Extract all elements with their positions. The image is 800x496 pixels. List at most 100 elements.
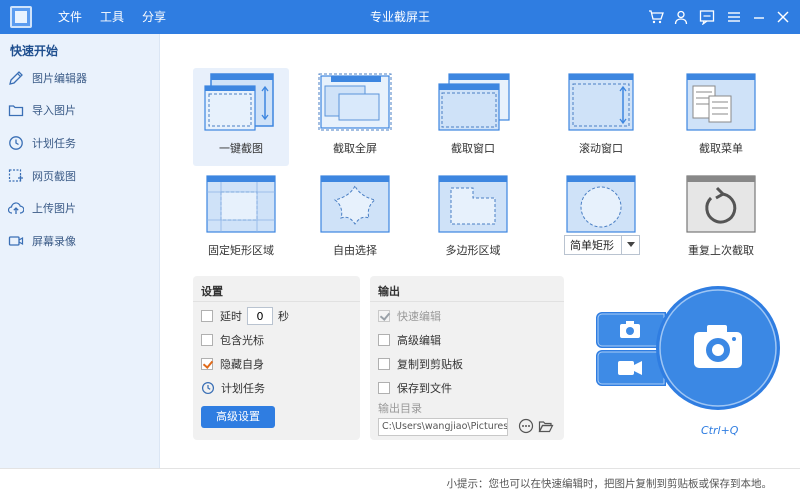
- advanced-edit-row: 高级编辑: [378, 332, 441, 348]
- tip-text: 小提示：您也可以在快速编辑时，把图片复制到剪贴板或保存到本地。: [446, 478, 773, 490]
- mode-fullscreen[interactable]: 截取全屏: [307, 68, 403, 166]
- title-bar: 文件 工具 分享 专业截屏王: [0, 0, 800, 34]
- include-cursor-label: 包含光标: [220, 334, 264, 347]
- sidebar-item-label: 上传图片: [32, 202, 76, 215]
- quick-edit-label: 快速编辑: [397, 310, 441, 323]
- mode-label: 滚动窗口: [579, 142, 623, 155]
- divider: [193, 301, 360, 302]
- mode-label: 多边形区域: [445, 244, 501, 257]
- mode-label: 一键截图: [219, 142, 263, 155]
- pencil-icon: [9, 71, 23, 85]
- settings-title: 设置: [201, 285, 223, 298]
- mode-label: 截取窗口: [451, 142, 495, 155]
- user-icon[interactable]: [673, 9, 689, 25]
- more-options-icon[interactable]: [518, 418, 534, 434]
- delay-checkbox[interactable]: [201, 310, 213, 322]
- output-dir-label: 输出目录: [378, 402, 422, 415]
- mode-polygon[interactable]: 多边形区域: [425, 170, 521, 268]
- schedule-label: 计划任务: [221, 382, 265, 395]
- screenshot-camera-button[interactable]: [596, 312, 666, 348]
- mode-window[interactable]: 截取窗口: [425, 68, 521, 166]
- sidebar: 快速开始 图片编辑器 导入图片 计划任务 网页截图 上传图片 屏幕录像: [0, 34, 160, 468]
- mode-fixed-rect[interactable]: 固定矩形区域: [193, 170, 289, 268]
- delay-unit: 秒: [278, 310, 289, 323]
- sidebar-heading: 快速开始: [10, 44, 59, 58]
- mode-repeat-last[interactable]: 重复上次截取: [673, 170, 769, 268]
- hide-self-checkbox[interactable]: [201, 358, 213, 370]
- clock-icon: [201, 381, 215, 395]
- save-file-checkbox[interactable]: [378, 382, 390, 394]
- schedule-row[interactable]: 计划任务: [201, 380, 265, 396]
- sidebar-item-label: 导入图片: [32, 104, 76, 117]
- sidebar-item-label: 网页截图: [32, 170, 76, 183]
- sidebar-item-schedule[interactable]: 计划任务: [8, 132, 152, 154]
- scroll-window-icon: [568, 73, 634, 131]
- sidebar-item-image-editor[interactable]: 图片编辑器: [8, 67, 152, 89]
- cart-icon[interactable]: [648, 9, 664, 25]
- hide-self-row: 隐藏自身: [201, 356, 264, 372]
- status-bar: 小提示：您也可以在快速编辑时，把图片复制到剪贴板或保存到本地。: [0, 468, 800, 496]
- menu-tools[interactable]: 工具: [100, 0, 124, 34]
- capture-widget: [596, 286, 780, 410]
- sidebar-item-webpage[interactable]: 网页截图: [8, 165, 152, 187]
- menu-file[interactable]: 文件: [58, 0, 82, 34]
- mode-label: 截取全屏: [333, 142, 377, 155]
- menu-icon[interactable]: [726, 9, 742, 25]
- mode-label: 截取菜单: [699, 142, 743, 155]
- webpage-capture-icon: [8, 169, 23, 182]
- capture-hotkey: Ctrl+Q: [701, 424, 739, 437]
- cloud-upload-icon: [8, 202, 24, 214]
- main-capture-button[interactable]: [656, 286, 780, 410]
- output-dir-row: 输出目录: [378, 400, 422, 416]
- sidebar-item-label: 计划任务: [32, 137, 76, 150]
- clock-icon: [9, 136, 23, 150]
- repeat-icon: [686, 175, 756, 233]
- quick-edit-checkbox[interactable]: [378, 310, 390, 322]
- fixed-rect-icon: [206, 175, 276, 233]
- save-file-row: 保存到文件: [378, 380, 452, 396]
- delay-row: 延时 秒: [201, 307, 289, 325]
- mode-scroll-window[interactable]: 滚动窗口: [553, 68, 649, 166]
- ellipse-shape-icon: [566, 175, 636, 233]
- message-icon[interactable]: [699, 9, 715, 25]
- chevron-down-icon: [621, 236, 639, 254]
- mode-freehand[interactable]: 自由选择: [307, 170, 403, 268]
- shape-select-value: 简单矩形: [570, 239, 614, 252]
- advanced-settings-button[interactable]: 高级设置: [201, 406, 275, 428]
- divider: [370, 301, 564, 302]
- menu-share[interactable]: 分享: [142, 0, 166, 34]
- sidebar-item-label: 图片编辑器: [32, 72, 87, 85]
- polygon-icon: [438, 175, 508, 233]
- output-panel: 输出 快速编辑 高级编辑 复制到剪贴板 保存到文件 输出目录 C:\Users\…: [370, 276, 564, 440]
- mode-label: 固定矩形区域: [208, 244, 274, 257]
- sidebar-item-import[interactable]: 导入图片: [8, 99, 152, 121]
- close-icon[interactable]: [775, 9, 791, 25]
- window-capture-icon: [438, 73, 510, 131]
- open-folder-icon[interactable]: [538, 418, 554, 434]
- folder-icon: [8, 105, 24, 117]
- video-camera-icon: [8, 236, 24, 246]
- minimize-icon[interactable]: [751, 9, 767, 25]
- fullscreen-capture-icon: [318, 73, 392, 131]
- sidebar-item-upload[interactable]: 上传图片: [8, 197, 152, 219]
- settings-panel: 设置 延时 秒 包含光标 隐藏自身 计划任务 高级设置: [193, 276, 360, 440]
- advanced-edit-checkbox[interactable]: [378, 334, 390, 346]
- sidebar-item-label: 屏幕录像: [32, 235, 76, 248]
- mode-label: 重复上次截取: [688, 244, 754, 257]
- advanced-edit-label: 高级编辑: [397, 334, 441, 347]
- freehand-icon: [320, 175, 390, 233]
- mode-label: 自由选择: [333, 244, 377, 257]
- mode-one-click[interactable]: 一键截图: [193, 68, 289, 166]
- delay-label: 延时: [220, 310, 242, 323]
- shape-select[interactable]: 简单矩形: [564, 235, 640, 255]
- one-click-capture-icon: [204, 73, 274, 131]
- include-cursor-checkbox[interactable]: [201, 334, 213, 346]
- video-record-button[interactable]: [596, 350, 666, 386]
- copy-clipboard-checkbox[interactable]: [378, 358, 390, 370]
- mode-menu[interactable]: 截取菜单: [673, 68, 769, 166]
- sidebar-item-recorder[interactable]: 屏幕录像: [8, 230, 152, 252]
- delay-input[interactable]: [247, 307, 273, 325]
- include-cursor-row: 包含光标: [201, 332, 264, 348]
- save-file-label: 保存到文件: [397, 382, 452, 395]
- output-dir-input[interactable]: C:\Users\wangjiao\Pictures\A: [378, 418, 508, 436]
